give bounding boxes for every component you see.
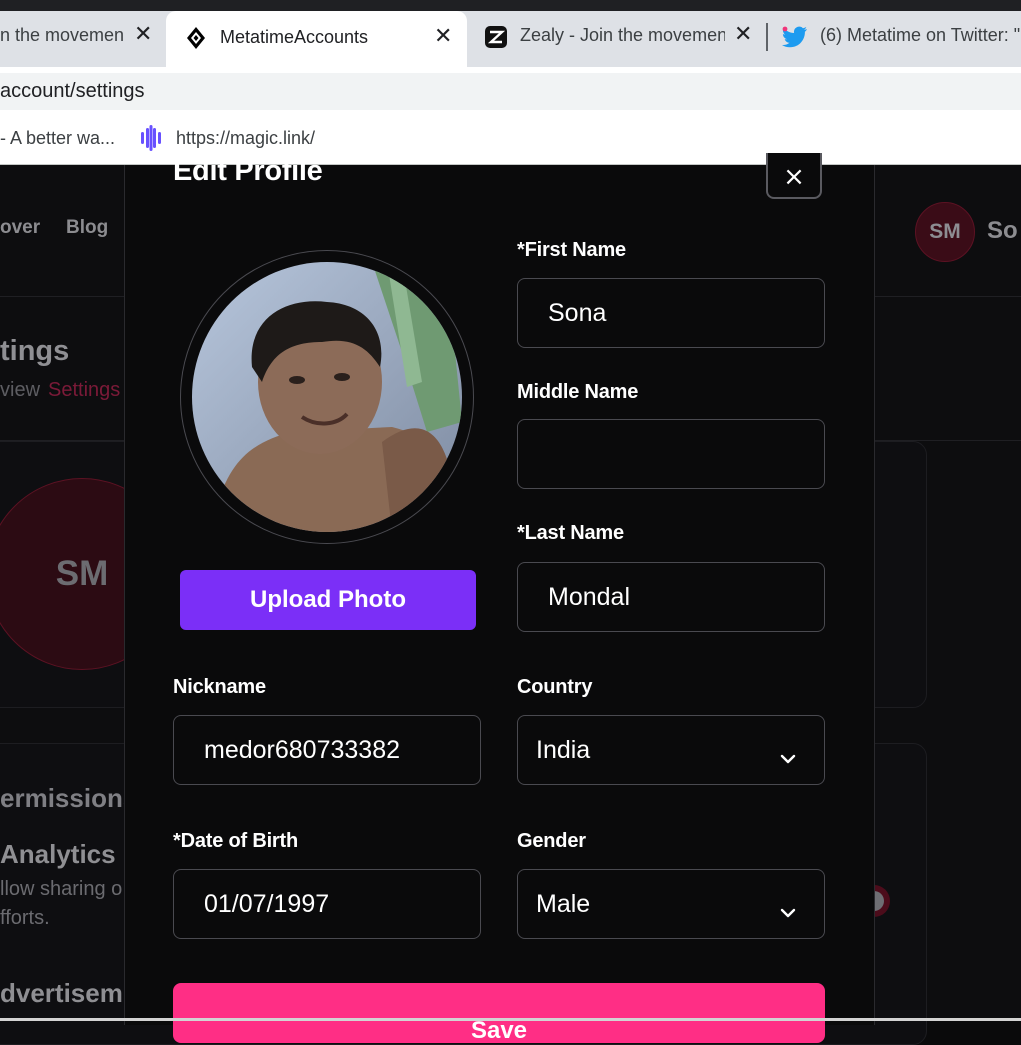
window-top-strip [0, 0, 1021, 11]
avatar[interactable]: SM [915, 202, 975, 262]
nickname-field[interactable] [173, 715, 481, 785]
tab-title: (6) Metatime on Twitter: " [820, 25, 1021, 45]
last-name-field[interactable] [517, 562, 825, 632]
gender-label: Gender [517, 830, 586, 852]
analytics-description: llow sharing o fforts. [0, 878, 123, 929]
dob-label: *Date of Birth [173, 830, 298, 852]
nav-discover[interactable]: over [0, 217, 40, 239]
country-value: India [536, 735, 591, 764]
nickname-label: Nickname [173, 676, 266, 698]
close-icon[interactable]: ✕ [434, 24, 452, 49]
close-icon[interactable]: ✕ [734, 22, 752, 47]
zealy-logo-icon [484, 25, 508, 54]
edit-profile-modal: Edit Profile × Upload Photo *First Name … [124, 153, 875, 1043]
twitter-bird-icon [782, 26, 808, 53]
close-icon: × [783, 162, 805, 192]
bookmarks-bar: - A better wa... https://magic.link/ [0, 112, 1021, 165]
dob-field[interactable] [173, 869, 481, 939]
first-name-field[interactable] [517, 278, 825, 348]
url-field[interactable]: account/settings [0, 73, 1021, 110]
tab-bar: n the movement ✕ MetatimeAccounts ✕ Zeal… [0, 11, 1021, 67]
tab-metatime-accounts[interactable]: MetatimeAccounts ✕ [166, 11, 467, 67]
metatime-logo-icon [186, 26, 206, 55]
url-text: account/settings [0, 80, 145, 102]
gender-value: Male [536, 889, 591, 918]
nav-blog[interactable]: Blog [66, 217, 108, 239]
tab-separator [766, 23, 768, 51]
breadcrumb-overview[interactable]: view [0, 379, 40, 402]
tab-zealy-partial[interactable]: n the movement ✕ [0, 11, 165, 63]
tab-title: Zealy - Join the movement [520, 25, 725, 45]
close-button[interactable]: × [766, 153, 822, 199]
close-icon[interactable]: ✕ [134, 22, 152, 47]
tab-twitter[interactable]: (6) Metatime on Twitter: " [770, 11, 1021, 63]
address-bar: account/settings [0, 67, 1021, 112]
user-name: So [987, 217, 1018, 244]
tab-zealy[interactable]: Zealy - Join the movement ✕ [468, 11, 765, 63]
advertising-title: dvertisem [0, 978, 123, 1008]
chevron-down-icon [780, 896, 796, 925]
analytics-title: Analytics [0, 839, 116, 869]
breadcrumb-settings: Settings [48, 379, 121, 401]
country-select[interactable]: India [517, 715, 825, 785]
chevron-down-icon [780, 742, 796, 771]
country-label: Country [517, 676, 593, 698]
save-button[interactable]: Save [173, 983, 825, 1043]
magic-logo-icon [140, 125, 162, 151]
modal-title: Edit Profile [173, 155, 323, 187]
first-name-label: *First Name [517, 239, 626, 261]
gender-select[interactable]: Male [517, 869, 825, 939]
bookmark-label: https://magic.link/ [176, 127, 316, 148]
page-title: tings [0, 335, 70, 367]
upload-photo-button[interactable]: Upload Photo [180, 570, 476, 630]
tab-title: MetatimeAccounts [220, 27, 369, 47]
permissions-heading: ermissions [0, 783, 138, 813]
profile-photo [192, 262, 462, 532]
last-name-label: *Last Name [517, 522, 624, 544]
bookmark-item[interactable]: - A better wa... [0, 112, 115, 164]
middle-name-field[interactable] [517, 419, 825, 489]
middle-name-label: Middle Name [517, 381, 639, 403]
tab-title: n the movement [0, 25, 124, 45]
